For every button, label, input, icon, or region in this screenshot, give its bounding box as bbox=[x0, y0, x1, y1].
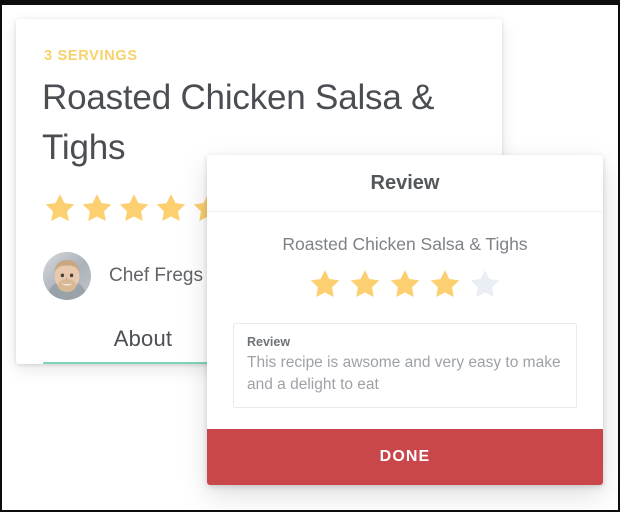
star-icon[interactable] bbox=[80, 191, 114, 225]
chef-name: Chef Fregs bbox=[109, 265, 203, 286]
star-icon[interactable] bbox=[428, 267, 462, 301]
frame-edge-top bbox=[0, 0, 620, 5]
chef-row: Chef Fregs bbox=[43, 251, 203, 301]
star-icon[interactable] bbox=[117, 191, 151, 225]
avatar bbox=[43, 252, 91, 300]
star-icon[interactable] bbox=[468, 267, 502, 301]
dialog-body: Roasted Chicken Salsa & Tighs Review Thi… bbox=[207, 212, 603, 429]
star-icon[interactable] bbox=[308, 267, 342, 301]
star-icon[interactable] bbox=[154, 191, 188, 225]
review-input-label: Review bbox=[247, 335, 291, 349]
review-input-value[interactable]: This recipe is awsome and very easy to m… bbox=[247, 352, 563, 396]
done-button[interactable]: DONE bbox=[207, 429, 603, 485]
star-icon[interactable] bbox=[388, 267, 422, 301]
recipe-rating-stars[interactable] bbox=[43, 191, 225, 225]
frame-edge-left bbox=[0, 0, 2, 512]
dialog-title: Review bbox=[370, 171, 440, 194]
review-rating-stars[interactable] bbox=[233, 267, 577, 301]
done-button-label: DONE bbox=[379, 448, 431, 465]
review-dialog: Review Roasted Chicken Salsa & Tighs Rev… bbox=[207, 155, 603, 485]
dialog-header: Review bbox=[207, 155, 603, 212]
star-icon[interactable] bbox=[43, 191, 77, 225]
dialog-recipe-name: Roasted Chicken Salsa & Tighs bbox=[282, 234, 528, 254]
star-icon[interactable] bbox=[348, 267, 382, 301]
servings-label: 3 SERVINGS bbox=[44, 48, 138, 64]
app-screen: 3 SERVINGS Roasted Chicken Salsa & Tighs bbox=[0, 0, 620, 512]
review-input-box[interactable]: Review This recipe is awsome and very ea… bbox=[233, 323, 577, 408]
